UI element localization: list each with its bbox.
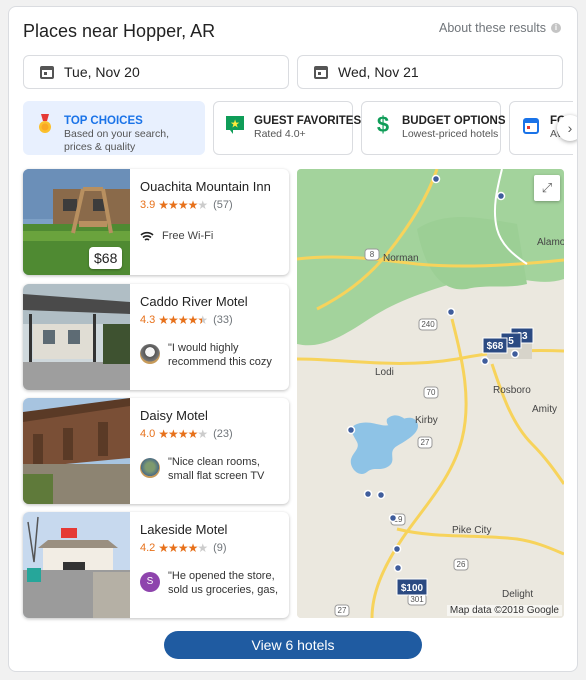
- review-text: "He opened the store, sold us groceries,…: [168, 570, 279, 596]
- review-snippet: "I would highly recommend this cozy: [140, 341, 283, 369]
- hotel-card[interactable]: Lakeside Motel 4.2 ★★★★★ (9) S "He opene…: [23, 512, 289, 618]
- filter-top-choices[interactable]: TOP CHOICES Based on your search, prices…: [23, 101, 205, 155]
- route-shield: 27: [421, 438, 430, 447]
- hotel-photo: [23, 284, 130, 390]
- review-snippet: S "He opened the store, sold us grocerie…: [140, 569, 283, 597]
- place-label: Kirby: [415, 415, 438, 426]
- page-title: Places near Hopper, AR: [23, 21, 216, 41]
- hotel-name: Daisy Motel: [140, 408, 208, 423]
- amenity: Free Wi-Fi: [140, 230, 283, 242]
- wifi-icon: [140, 231, 154, 241]
- route-shield: 26: [457, 560, 466, 569]
- review-text: "Nice clean rooms, small flat screen TV: [168, 456, 265, 482]
- avatar: [140, 344, 160, 364]
- hotel-card[interactable]: Caddo River Motel 4.3 ★★★★★ (33) "I woul…: [23, 284, 289, 390]
- star-rating-icon: ★★★★★: [158, 198, 208, 212]
- svg-text:★: ★: [230, 118, 240, 131]
- filter-title: BUDGET OPTIONS: [402, 115, 506, 127]
- review-count: (33): [213, 314, 233, 326]
- place-label: Norman: [383, 253, 419, 264]
- filter-subtitle: Lowest-priced hotels: [402, 128, 499, 140]
- place-label: Delight: [502, 589, 533, 600]
- review-text: "I would highly recommend this cozy: [168, 342, 272, 368]
- chevron-right-icon[interactable]: ›: [557, 115, 577, 141]
- hotel-photo: [23, 512, 130, 618]
- filter-title: GUEST FAVORITES: [254, 115, 362, 127]
- dollar-icon: $: [376, 112, 390, 137]
- info-icon: i: [551, 23, 561, 33]
- hotel-photo: $68: [23, 169, 130, 275]
- hotel-rating: 4.2 ★★★★★ (9): [140, 541, 283, 555]
- route-shield: 27: [338, 606, 347, 615]
- place-label: Alamo: [537, 237, 564, 248]
- calendar-icon: [520, 114, 542, 136]
- filter-budget-options[interactable]: $ BUDGET OPTIONS Lowest-priced hotels: [361, 101, 506, 155]
- star-rating-icon: ★★★★★: [158, 427, 208, 441]
- hotel-name: Caddo River Motel: [140, 294, 248, 309]
- hotel-photo: [23, 398, 130, 504]
- star-badge-icon: ★: [224, 114, 246, 136]
- route-shield: 301: [410, 595, 424, 604]
- rating-value: 4.2: [140, 542, 156, 554]
- place-label: Amity: [532, 404, 557, 415]
- hotel-name: Ouachita Mountain Inn: [140, 179, 271, 194]
- route-shield: 70: [427, 388, 436, 397]
- calendar-icon: [314, 65, 328, 79]
- filter-subtitle: Based on your search, prices & quality: [64, 128, 170, 153]
- filter-chips: TOP CHOICES Based on your search, prices…: [23, 101, 573, 157]
- about-results-link[interactable]: About these results i: [439, 21, 561, 35]
- filter-guest-favorites[interactable]: ★ GUEST FAVORITES Rated 4.0+: [213, 101, 361, 155]
- hotel-card[interactable]: Daisy Motel 4.0 ★★★★★ (23) "Nice clean r…: [23, 398, 289, 504]
- place-label: Rosboro: [493, 385, 531, 396]
- checkin-date-field[interactable]: Tue, Nov 20: [23, 55, 289, 89]
- place-label: Lodi: [375, 367, 394, 378]
- review-count: (57): [213, 199, 233, 211]
- route-shield: 240: [421, 320, 435, 329]
- hotel-rating: 4.3 ★★★★★ (33): [140, 313, 283, 327]
- hotel-name: Lakeside Motel: [140, 522, 228, 537]
- hotel-results-card: Places near Hopper, AR About these resul…: [8, 6, 578, 672]
- filter-title: TOP CHOICES: [64, 115, 143, 127]
- map-price-pin: 5: [508, 336, 514, 347]
- avatar: [140, 458, 160, 478]
- rating-value: 4.3: [140, 314, 156, 326]
- filter-subtitle: Rated 4.0+: [254, 128, 306, 140]
- review-count: (23): [213, 428, 233, 440]
- calendar-icon: [40, 65, 54, 79]
- hotel-card[interactable]: $68 Ouachita Mountain Inn 3.9 ★★★★★ (57)…: [23, 169, 289, 275]
- about-results-label: About these results: [438, 21, 546, 35]
- map-price-pin: $68: [487, 341, 504, 352]
- review-snippet: "Nice clean rooms, small flat screen TV: [140, 455, 283, 483]
- checkout-date-field[interactable]: Wed, Nov 21: [297, 55, 563, 89]
- hotel-rating: 4.0 ★★★★★ (23): [140, 427, 283, 441]
- map-price-pin: $100: [401, 583, 424, 594]
- hotel-map[interactable]: 8 240 70 27 19 26 301 27 Alamo Norman Lo…: [297, 169, 564, 618]
- price-badge: $68: [89, 247, 123, 269]
- hotel-rating: 3.9 ★★★★★ (57): [140, 198, 283, 212]
- medal-icon: [34, 114, 56, 136]
- view-hotels-button[interactable]: View 6 hotels: [164, 631, 422, 659]
- map-credit: Map data ©2018 Google: [446, 605, 562, 616]
- star-rating-icon: ★★★★★: [158, 541, 208, 555]
- checkin-date: Tue, Nov 20: [64, 64, 140, 80]
- place-label: Pike City: [452, 525, 491, 536]
- checkout-date: Wed, Nov 21: [338, 64, 419, 80]
- star-rating-icon: ★★★★★: [158, 313, 208, 327]
- rating-value: 3.9: [140, 199, 156, 211]
- rating-value: 4.0: [140, 428, 156, 440]
- avatar: S: [140, 572, 160, 592]
- amenity-label: Free Wi-Fi: [162, 230, 214, 242]
- expand-map-icon[interactable]: ⤢: [534, 175, 560, 201]
- review-count: (9): [213, 542, 227, 554]
- route-shield: 8: [370, 250, 375, 259]
